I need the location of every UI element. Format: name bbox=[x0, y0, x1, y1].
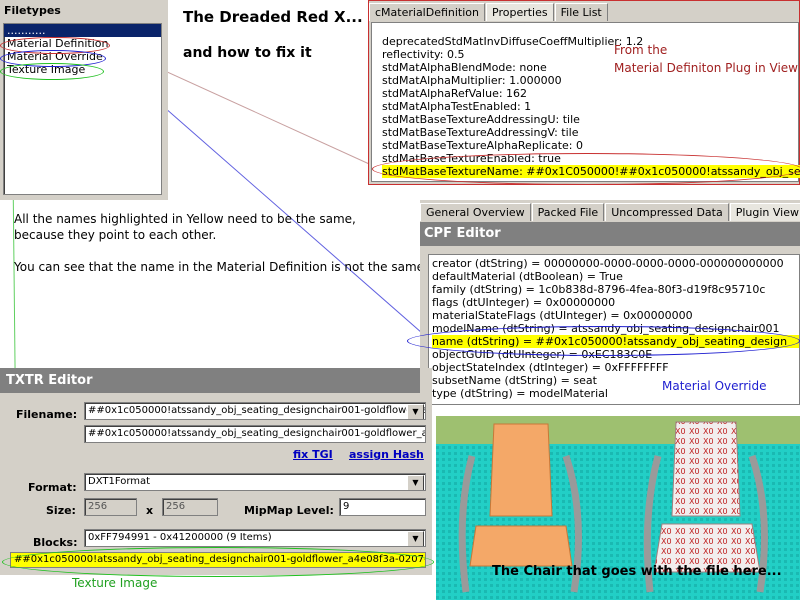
tab-plugin-view[interactable]: Plugin View bbox=[729, 203, 800, 221]
filetypes-item-selected[interactable]: ........... bbox=[4, 24, 161, 37]
cpf-line: objectStateIndex (dtInteger) = 0xFFFFFFF… bbox=[432, 361, 669, 374]
chair-preview-image: X0 The Chair that goes with the file her… bbox=[436, 416, 800, 600]
chevron-down-icon[interactable]: ▼ bbox=[407, 475, 424, 490]
chair-caption: The Chair that goes with the file here..… bbox=[492, 564, 782, 579]
property-line: stdMatAlphaRefValue: 162 bbox=[382, 87, 528, 100]
filename-label: Filename: bbox=[16, 408, 78, 421]
filetypes-title: Filetypes bbox=[4, 4, 61, 17]
cpf-line: modelName (dtString) = atssandy_obj_seat… bbox=[432, 322, 780, 335]
material-definition-note-2: Material Definiton Plug in View bbox=[614, 61, 798, 75]
tab-packed-file[interactable]: Packed File bbox=[531, 203, 605, 221]
cpf-line-name: name (dtString) = ##0x1c050000!atssandy_… bbox=[432, 335, 799, 348]
format-label: Format: bbox=[28, 481, 77, 494]
page-title: The Dreaded Red X... bbox=[183, 8, 363, 26]
txtr-editor-title: TXTR Editor bbox=[0, 368, 420, 393]
chevron-down-icon[interactable]: ▼ bbox=[407, 404, 424, 419]
filename-dropdown[interactable]: ##0x1c050000!atssandy_obj_seating_design… bbox=[84, 402, 426, 420]
page-subtitle: and how to fix it bbox=[183, 45, 312, 61]
cpf-line: flags (dtUInteger) = 0x00000000 bbox=[432, 296, 616, 309]
filename-dropdown-value: ##0x1c050000!atssandy_obj_seating_design… bbox=[88, 405, 426, 416]
cpf-text-area[interactable]: creator (dtString) = 00000000-0000-0000-… bbox=[428, 254, 800, 405]
explanation-line-3: You can see that the name in the Materia… bbox=[14, 260, 428, 274]
tab-uncompressed-data[interactable]: Uncompressed Data bbox=[605, 203, 729, 221]
assign-hash-link[interactable]: assign Hash bbox=[349, 448, 424, 461]
size-label: Size: bbox=[46, 504, 76, 517]
property-line: deprecatedStdMatInvDiffuseCoeffMultiplie… bbox=[382, 35, 644, 48]
cpf-line: creator (dtString) = 00000000-0000-0000-… bbox=[432, 257, 784, 270]
material-definition-window: cMaterialDefinition Properties File List… bbox=[368, 0, 800, 185]
size-x-label: x bbox=[146, 504, 154, 517]
material-definition-note-1: From the bbox=[614, 43, 668, 57]
chevron-down-icon[interactable]: ▼ bbox=[407, 531, 424, 546]
property-line: stdMatAlphaTestEnabled: 1 bbox=[382, 100, 532, 113]
cpf-editor-window: General Overview Packed File Uncompresse… bbox=[420, 200, 800, 405]
property-line: reflectivity: 0.5 bbox=[382, 48, 465, 61]
property-line: stdMatAlphaMultiplier: 1.000000 bbox=[382, 74, 562, 87]
filetypes-list[interactable]: ........... Material Definition Material… bbox=[3, 23, 162, 195]
filetypes-item-material-definition[interactable]: Material Definition bbox=[4, 37, 161, 50]
tab-properties[interactable]: Properties bbox=[486, 3, 554, 21]
texture-image-note: Texture Image bbox=[72, 576, 158, 590]
txtr-editor-window: TXTR Editor Filename: ##0x1c050000!atssa… bbox=[0, 368, 432, 575]
cpf-line: family (dtString) = 1c0b838d-8796-4fea-8… bbox=[432, 283, 766, 296]
blocks-dropdown[interactable]: 0xFF794991 - 0x41200000 (9 Items) ▼ bbox=[84, 529, 426, 547]
filetypes-item-texture-image[interactable]: Texture Image bbox=[4, 63, 161, 76]
property-line: stdMatBaseTextureAddressingU: tile bbox=[382, 113, 580, 126]
texture-name-field[interactable]: ##0x1c050000!atssandy_obj_seating_design… bbox=[10, 552, 426, 568]
properties-text-area[interactable]: deprecatedStdMatInvDiffuseCoeffMultiplie… bbox=[371, 22, 800, 182]
blocks-label: Blocks: bbox=[33, 536, 78, 549]
mipmap-label: MipMap Level: bbox=[244, 504, 334, 517]
filetypes-panel: Filetypes ........... Material Definitio… bbox=[0, 0, 168, 200]
filetypes-item-material-override[interactable]: Material Override bbox=[4, 50, 161, 63]
size-height-field[interactable]: 256 bbox=[162, 498, 218, 516]
property-line: stdMatBaseTextureAddressingV: tile bbox=[382, 126, 579, 139]
tab-cmaterialdefinition[interactable]: cMaterialDefinition bbox=[369, 3, 486, 21]
cpf-line: materialStateFlags (dtUInteger) = 0x0000… bbox=[432, 309, 693, 322]
property-line-texture-name: stdMatBaseTextureName: ##0x1C050000!##0x… bbox=[382, 165, 800, 178]
format-dropdown[interactable]: DXT1Format ▼ bbox=[84, 473, 426, 491]
cpf-line: objectGUID (dtUInteger) = 0xEC183C0E bbox=[432, 348, 653, 361]
property-line: stdMatBaseTextureAlphaReplicate: 0 bbox=[382, 139, 583, 152]
size-width-field[interactable]: 256 bbox=[84, 498, 137, 516]
tab-general-overview[interactable]: General Overview bbox=[420, 203, 531, 221]
grass bbox=[436, 416, 800, 446]
format-dropdown-value: DXT1Format bbox=[88, 476, 151, 487]
blocks-dropdown-value: 0xFF794991 - 0x41200000 (9 Items) bbox=[88, 532, 272, 543]
explanation-line-2: because they point to each other. bbox=[14, 228, 217, 242]
cpf-line: defaultMaterial (dtBoolean) = True bbox=[432, 270, 623, 283]
explanation-line-1: All the names highlighted in Yellow need… bbox=[14, 212, 356, 226]
filename-input[interactable]: ##0x1c050000!atssandy_obj_seating_design… bbox=[84, 425, 426, 443]
mipmap-field[interactable]: 9 bbox=[339, 498, 426, 516]
fix-tgi-link[interactable]: fix TGI bbox=[293, 448, 333, 461]
property-line: stdMatBaseTextureEnabled: true bbox=[382, 152, 561, 165]
cpf-editor-title: CPF Editor bbox=[420, 222, 800, 246]
material-override-note: Material Override bbox=[662, 379, 767, 393]
tab-file-list[interactable]: File List bbox=[554, 3, 608, 21]
